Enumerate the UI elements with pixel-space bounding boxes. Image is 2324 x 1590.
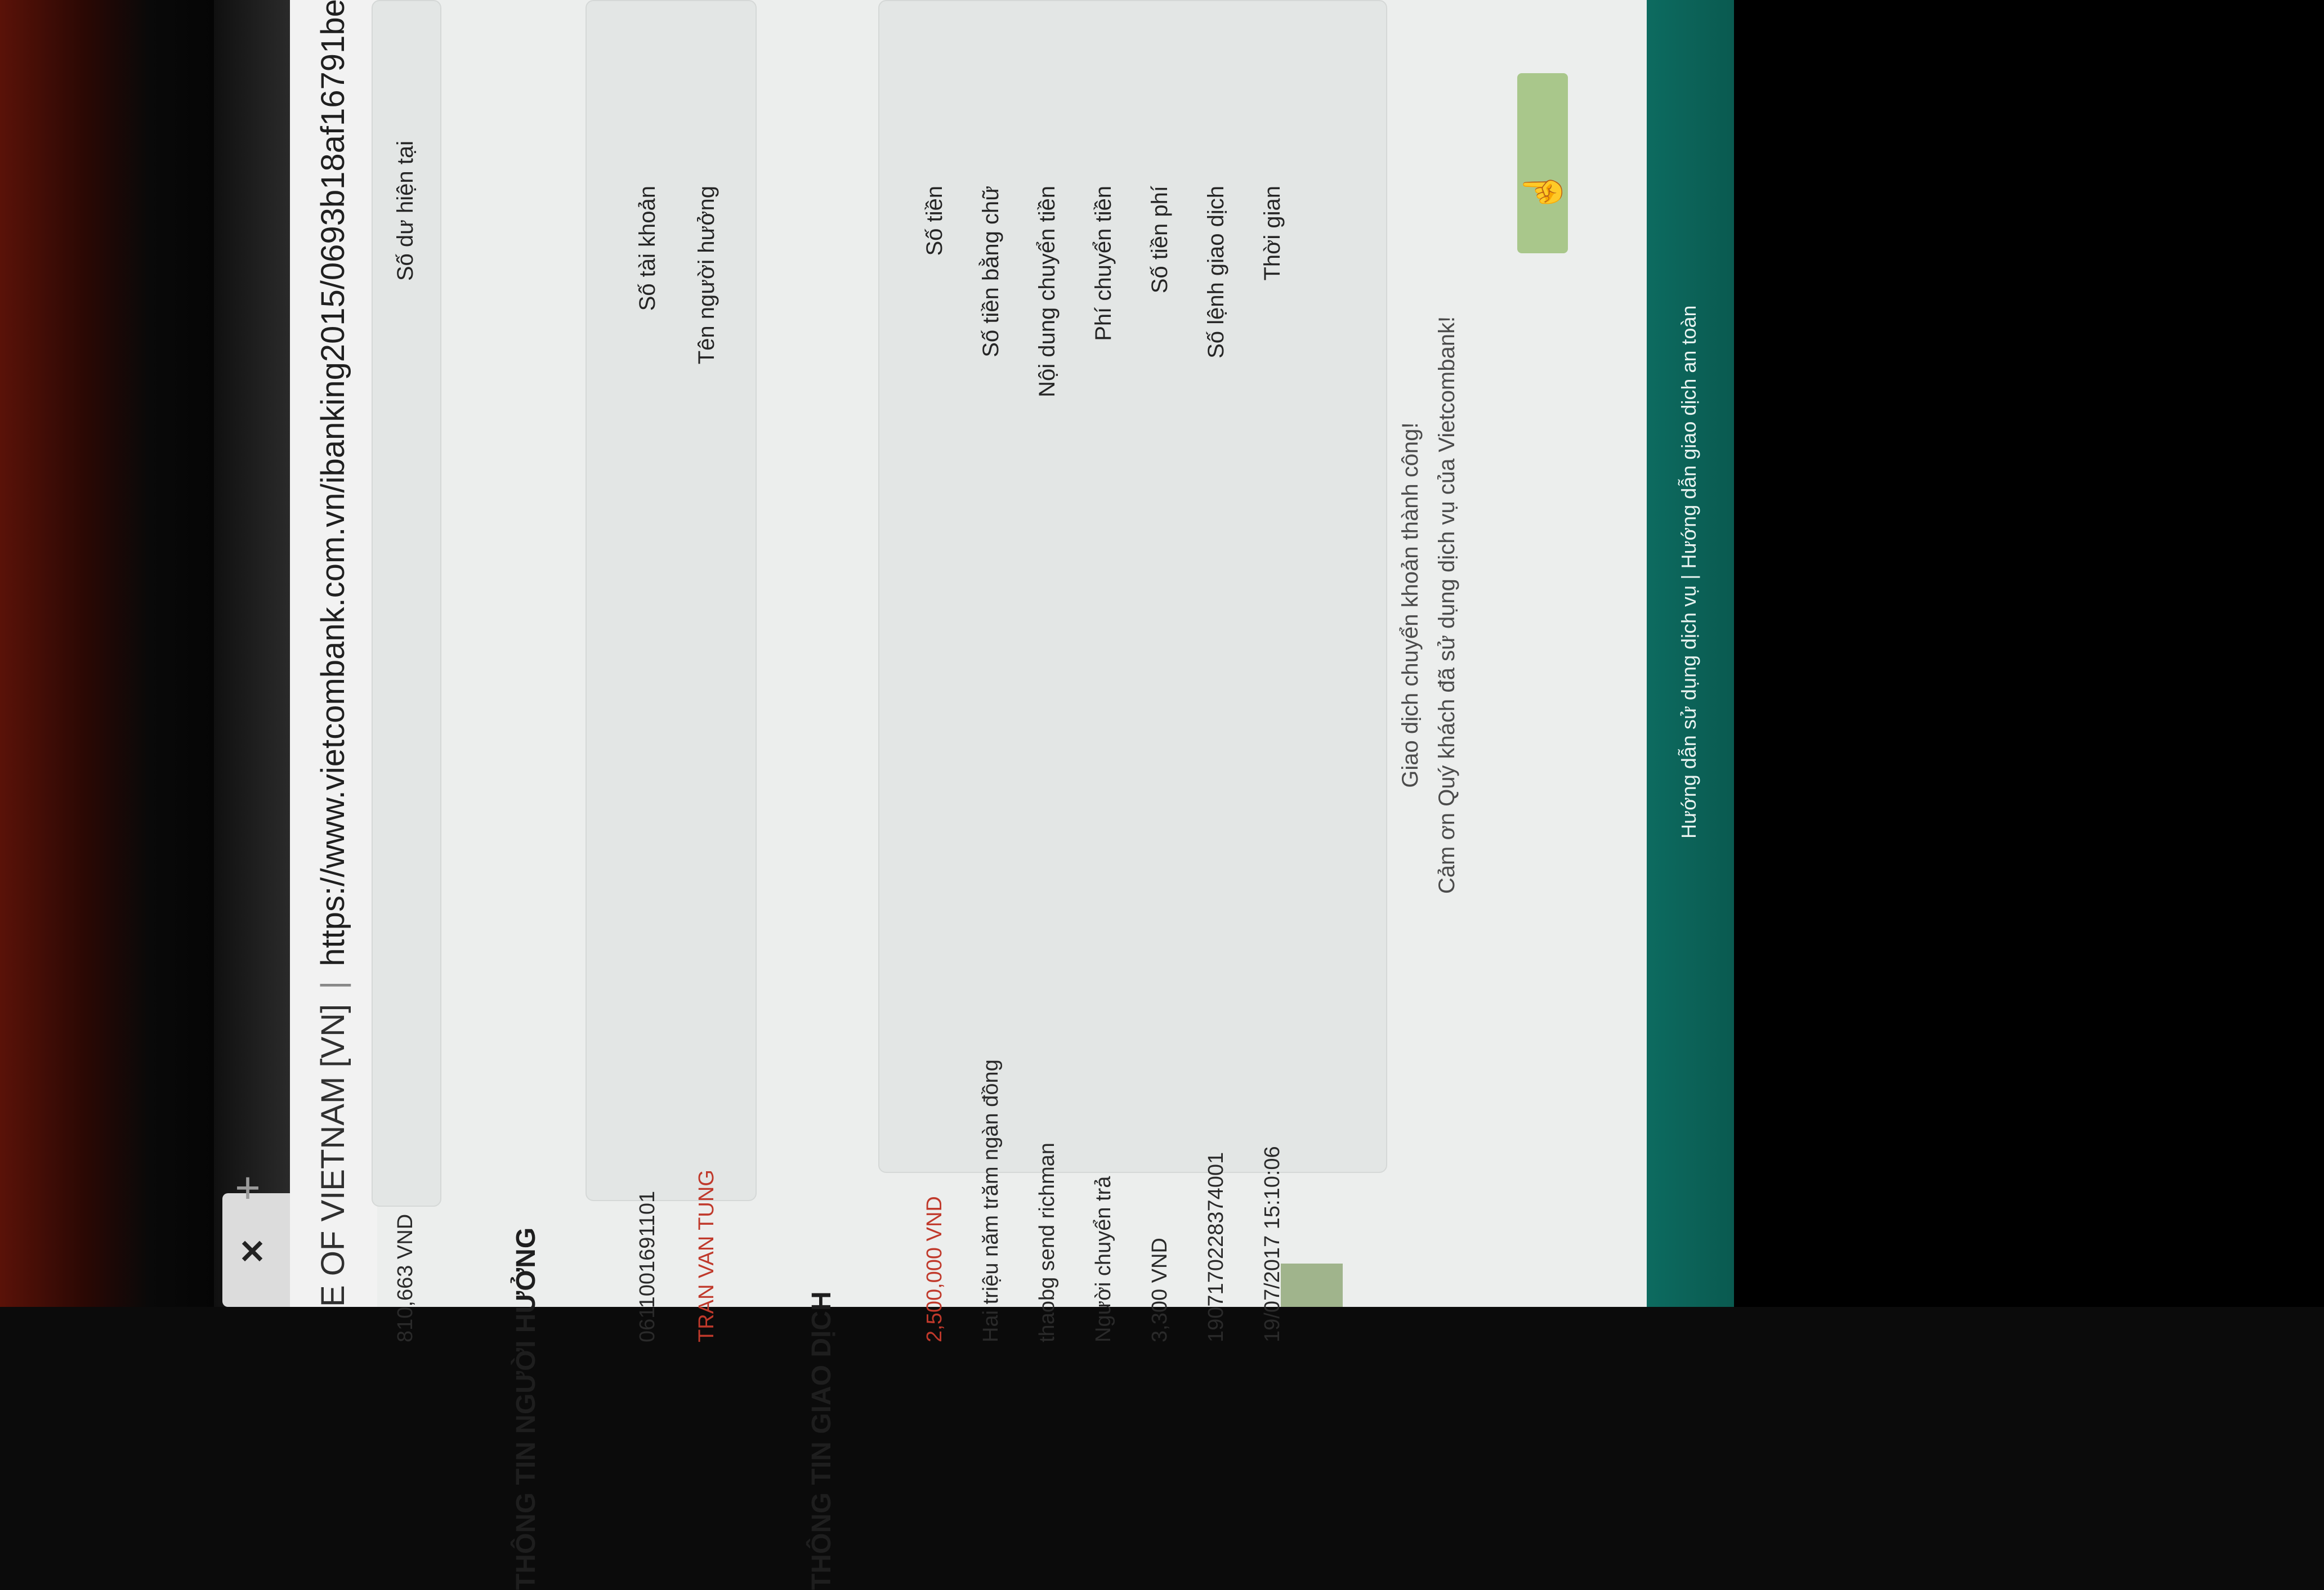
beneficiary-panel: [586, 0, 757, 1201]
fee-type-value: Người chuyển trả: [1092, 1176, 1115, 1342]
footer-separator: |: [1677, 574, 1700, 580]
address-bar-text[interactable]: E OF VIETNAM [VN] | https://www.vietcomban…: [311, 0, 356, 1307]
guide-link[interactable]: Hướng dẫn sử dụng dịch vụ: [1677, 585, 1700, 839]
success-message: Giao dịch chuyển khoản thành công!: [1398, 422, 1423, 788]
thanks-message: Cảm ơn Quý khách đã sử dụng dịch vụ của …: [1434, 316, 1459, 894]
browser-tab-strip: [214, 0, 290, 1307]
beneficiary-heading: THÔNG TIN NGƯỜI HƯỞNG: [511, 1227, 541, 1590]
transfer-content-value: thaobg send richman: [1035, 1143, 1059, 1342]
balance-value: 810,663 VND: [394, 1213, 417, 1342]
safety-guide-link[interactable]: Hướng dẫn giao dịch an toàn: [1677, 305, 1700, 568]
address-url[interactable]: https://www.vietcombank.com.vn/ibanking2…: [315, 0, 351, 966]
side-widget: [1281, 1264, 1343, 1307]
monitor-bezel-left: [0, 0, 214, 1307]
transaction-time-value: 19/07/2017 15:10:06: [1261, 1146, 1284, 1342]
beneficiary-name-value: TRAN VAN TUNG: [695, 1170, 718, 1342]
hand-cursor-icon: ☝: [1522, 169, 1563, 214]
fee-amount-value: 3,300 VND: [1148, 1238, 1172, 1342]
amount-in-words-value: Hai triệu năm trăm ngàn đồng: [979, 1059, 1003, 1342]
new-tab-icon[interactable]: +: [228, 1166, 267, 1210]
transaction-number-value: 1907170228374001: [1204, 1152, 1228, 1342]
transaction-heading: THÔNG TIN GIAO DỊCH: [807, 1291, 837, 1590]
amount-value: 2,500,000 VND: [923, 1196, 946, 1342]
site-identity-label: E OF VIETNAM [VN]: [315, 1004, 351, 1307]
address-separator: |: [315, 980, 351, 989]
account-number-value: 0611001691101: [636, 1190, 659, 1342]
close-tab-icon[interactable]: ✕: [235, 1235, 269, 1269]
transaction-panel: [878, 0, 1387, 1173]
monitor-bezel-right: [1734, 0, 2324, 1307]
home-button[interactable]: [1517, 73, 1568, 253]
footer-links: Hướng dẫn sử dụng dịch vụ | Hướng dẫn gi…: [1669, 51, 1709, 839]
